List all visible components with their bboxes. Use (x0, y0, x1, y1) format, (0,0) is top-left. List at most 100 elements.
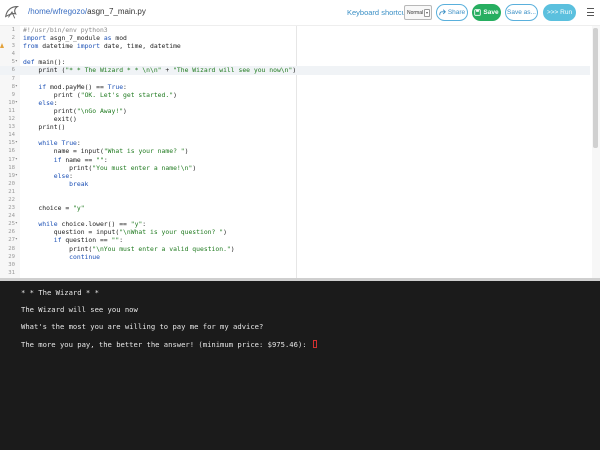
code-line[interactable]: 4 (0, 50, 590, 58)
code-editor[interactable]: 1 #!/usr/bin/env python3 2 import asgn_7_mo… (0, 25, 600, 278)
console-cursor[interactable] (312, 340, 317, 348)
code-line[interactable]: 17 ▾ if name == "": (0, 156, 590, 164)
console-input-line[interactable]: The more you pay, the better the answer!… (21, 340, 317, 349)
save-icon (474, 9, 482, 16)
line-number: 14 (8, 132, 15, 139)
code-line[interactable]: 25 ▾ while choice.lower() == "y": (0, 220, 590, 228)
line-number: 19 (8, 172, 15, 179)
line-number: 26 (8, 229, 15, 236)
keyboard-mode-select[interactable]: Normal (404, 5, 432, 20)
line-number: 11 (8, 107, 15, 114)
code-line[interactable]: 11 print("\nGo Away!") (0, 107, 590, 115)
save-as-button-label: Save as... (507, 9, 536, 16)
line-number: 22 (8, 196, 15, 203)
code-line[interactable]: 5 ▾ def main(): (0, 58, 590, 66)
share-button[interactable]: Share (436, 4, 468, 21)
file-path-dir[interactable]: /home/wfregozo/ (28, 7, 87, 16)
console-line: * * The Wizard * * (21, 288, 99, 297)
line-number: 3 (11, 43, 15, 50)
fold-arrow-icon[interactable]: ▾ (15, 139, 20, 147)
code-line[interactable]: 22 (0, 196, 590, 204)
line-number: 17 (8, 156, 15, 163)
save-as-button[interactable]: Save as... (505, 4, 538, 21)
code-line[interactable]: 10 ▾ else: (0, 99, 590, 107)
line-number: 5 (11, 59, 15, 66)
code-text: name = input("What is your name? ") (23, 147, 189, 156)
line-number: 27 (8, 237, 15, 244)
code-text: print("\nGo Away!") (23, 106, 127, 115)
fold-arrow-icon[interactable]: ▾ (15, 156, 20, 164)
code-line[interactable]: 7 (0, 75, 590, 83)
line-number: 10 (8, 99, 15, 106)
run-button[interactable]: >>> Run (543, 4, 576, 21)
code-line[interactable]: 20 break (0, 180, 590, 188)
code-text: exit() (23, 115, 77, 124)
code-text: print("\nYou must enter a valid question… (23, 244, 235, 253)
file-name: asgn_7_main.py (87, 7, 146, 16)
line-number: 29 (8, 253, 15, 260)
code-line[interactable]: 2 import asgn_7_module as mod (0, 34, 590, 42)
code-line[interactable]: 6 print ("* * The Wizard * * \n\n" + "Th… (0, 66, 590, 75)
fold-arrow-icon[interactable]: ▾ (15, 220, 20, 228)
code-text: else: (38, 98, 58, 107)
code-line[interactable]: 26 question = input("\nWhat is your ques… (0, 228, 590, 236)
code-line[interactable]: 9 print ("OK. Let's get started.") (0, 91, 590, 99)
share-button-label: Share (447, 9, 466, 16)
code-line[interactable]: 16 name = input("What is your name? ") (0, 147, 590, 155)
code-line[interactable]: 23 choice = "y" (0, 204, 590, 212)
line-number: 4 (11, 51, 15, 58)
line-number: 6 (11, 67, 15, 74)
logo-icon[interactable] (3, 3, 21, 21)
code-line[interactable]: 24 (0, 212, 590, 220)
code-line[interactable]: 27 ▾ if question == "": (0, 236, 590, 244)
editor-scrollbar-thumb[interactable] (593, 28, 598, 148)
code-text: if question == "": (53, 236, 124, 245)
code-line[interactable]: 1 #!/usr/bin/env python3 (0, 26, 590, 34)
code-line[interactable]: 29 continue (0, 253, 590, 261)
menu-icon[interactable] (587, 8, 594, 17)
fold-arrow-icon[interactable]: ▾ (15, 172, 20, 180)
code-text: while choice.lower() == "y": (38, 220, 147, 229)
file-path[interactable]: /home/wfregozo/asgn_7_main.py (28, 7, 146, 16)
top-toolbar: /home/wfregozo/asgn_7_main.py Keyboard s… (0, 0, 600, 25)
code-text: #!/usr/bin/env python3 (23, 26, 108, 34)
select-arrow-icon (424, 9, 430, 17)
code-text: while True: (38, 139, 81, 148)
fold-arrow-icon[interactable]: ▾ (15, 58, 20, 66)
code-text: if name == "": (53, 155, 108, 164)
code-line[interactable]: 12 exit() (0, 115, 590, 123)
fold-arrow-icon[interactable]: ▾ (15, 83, 20, 91)
console-line: What's the most you are willing to pay m… (21, 322, 264, 331)
console-line: The Wizard will see you now (21, 305, 138, 314)
fold-arrow-icon[interactable]: ▾ (15, 236, 20, 244)
console-prompt: The more you pay, the better the answer!… (21, 340, 311, 349)
code-line[interactable]: 3 from datetime import date, time, dateti… (0, 42, 590, 50)
fold-arrow-icon[interactable]: ▾ (15, 99, 20, 107)
output-console[interactable]: * * The Wizard * * The Wizard will see y… (0, 281, 600, 450)
code-line[interactable]: 21 (0, 188, 590, 196)
code-line[interactable]: 30 (0, 261, 590, 269)
code-line[interactable]: 13 print() (0, 123, 590, 131)
code-text: def main(): (23, 58, 66, 67)
code-line[interactable]: 28 print("\nYou must enter a valid quest… (0, 245, 590, 253)
save-button-label: Save (483, 9, 499, 16)
code-line[interactable]: 31 (0, 269, 590, 277)
save-button[interactable]: Save (472, 4, 501, 21)
code-lines[interactable]: 1 #!/usr/bin/env python3 2 import asgn_7_mo… (0, 26, 590, 277)
code-line[interactable]: 8 ▾ if mod.payMe() == True: (0, 83, 590, 91)
code-line[interactable]: 19 ▾ else: (0, 172, 590, 180)
code-text: question = input("\nWhat is your questio… (23, 228, 227, 237)
code-text: print ("OK. Let's get started.") (23, 90, 177, 99)
code-line[interactable]: 15 ▾ while True: (0, 139, 590, 147)
code-text: import asgn_7_module as mod (23, 34, 127, 43)
code-line[interactable]: 18 print("You must enter a name!\n") (0, 164, 590, 172)
code-text: print() (23, 123, 66, 132)
share-icon (439, 9, 446, 16)
line-number: 9 (11, 91, 15, 98)
line-number: 25 (8, 221, 15, 228)
line-number: 23 (8, 205, 15, 212)
code-line[interactable]: 14 (0, 131, 590, 139)
code-text: if mod.payMe() == True: (38, 82, 127, 91)
line-number: 2 (11, 35, 15, 42)
line-number: 30 (8, 261, 15, 268)
